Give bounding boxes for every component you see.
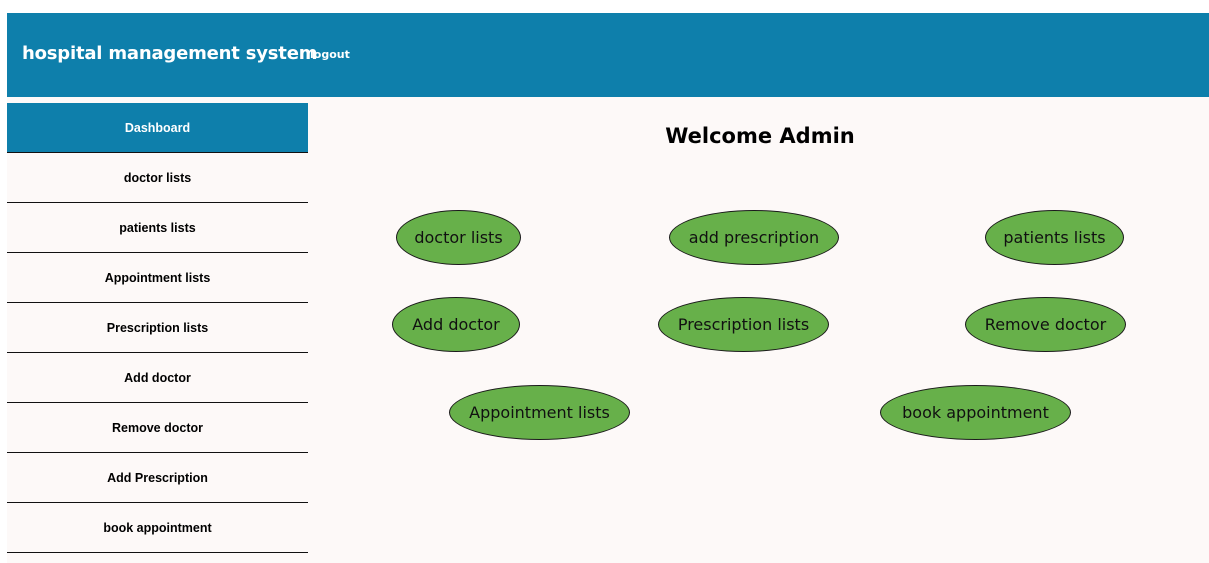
appointment-lists-button[interactable]: Appointment lists <box>449 385 630 440</box>
logout-link[interactable]: logout <box>310 48 350 61</box>
app-title: hospital management system <box>22 43 318 64</box>
prescription-lists-button[interactable]: Prescription lists <box>658 297 829 352</box>
sidebar-item-add-doctor[interactable]: Add doctor <box>7 353 308 403</box>
sidebar: Dashboard doctor lists patients lists Ap… <box>7 103 308 553</box>
add-doctor-button[interactable]: Add doctor <box>392 297 520 352</box>
sidebar-item-patients-lists[interactable]: patients lists <box>7 203 308 253</box>
sidebar-item-dashboard[interactable]: Dashboard <box>7 103 308 153</box>
sidebar-item-remove-doctor[interactable]: Remove doctor <box>7 403 308 453</box>
sidebar-item-book-appointment[interactable]: book appointment <box>7 503 308 553</box>
patients-lists-button[interactable]: patients lists <box>985 210 1124 265</box>
book-appointment-button[interactable]: book appointment <box>880 385 1071 440</box>
remove-doctor-button[interactable]: Remove doctor <box>965 297 1126 352</box>
sidebar-item-appointment-lists[interactable]: Appointment lists <box>7 253 308 303</box>
sidebar-item-prescription-lists[interactable]: Prescription lists <box>7 303 308 353</box>
add-prescription-button[interactable]: add prescription <box>669 210 839 265</box>
doctor-lists-button[interactable]: doctor lists <box>396 210 521 265</box>
sidebar-item-add-prescription[interactable]: Add Prescription <box>7 453 308 503</box>
sidebar-item-doctor-lists[interactable]: doctor lists <box>7 153 308 203</box>
page-title: Welcome Admin <box>665 124 855 148</box>
top-header: hospital management system logout <box>7 13 1209 97</box>
